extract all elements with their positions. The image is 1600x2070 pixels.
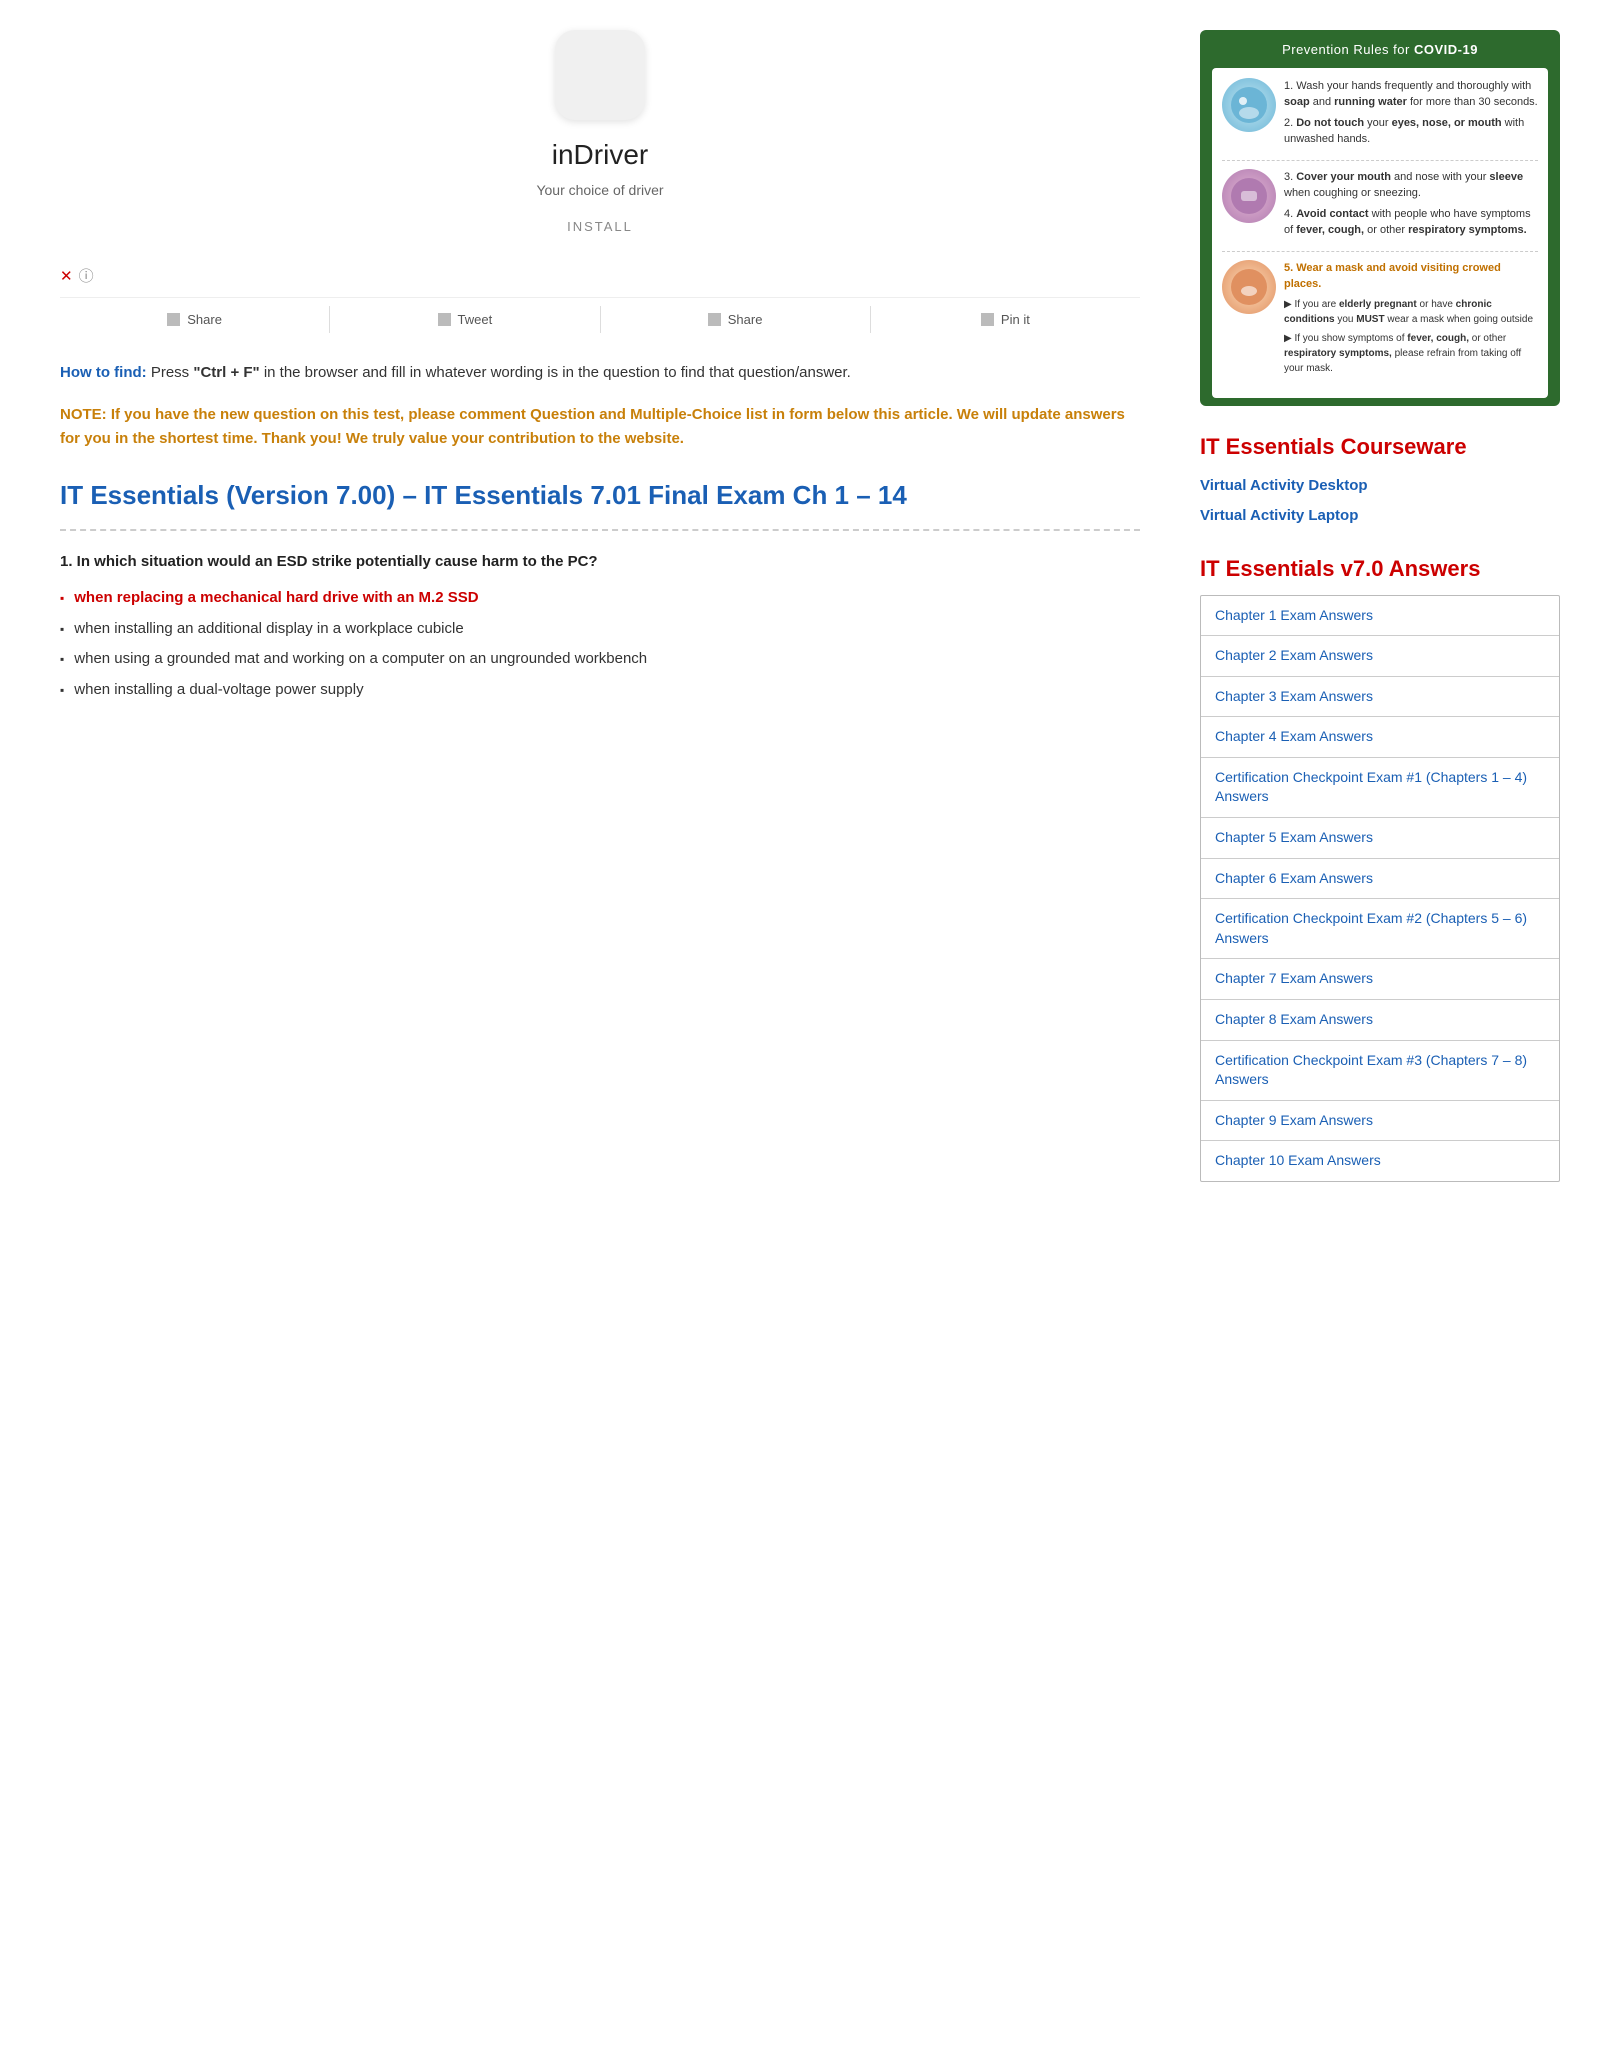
chapter-2-link[interactable]: Chapter 2 Exam Answers xyxy=(1201,636,1559,677)
note-box: NOTE: If you have the new question on th… xyxy=(60,403,1140,451)
install-button[interactable]: INSTALL xyxy=(567,219,633,234)
chapter-10-link[interactable]: Chapter 10 Exam Answers xyxy=(1201,1141,1559,1181)
covid-section-2: 3. Cover your mouth and nose with your s… xyxy=(1222,169,1538,252)
how-to-find-text: Press "Ctrl + F" in the browser and fill… xyxy=(151,364,851,381)
checkpoint-3-link[interactable]: Certification Checkpoint Exam #3 (Chapte… xyxy=(1201,1041,1559,1101)
answer-item-3: when using a grounded mat and working on… xyxy=(60,648,1140,671)
x-info-row: ✕ ⓘ xyxy=(60,266,1140,289)
courseware-title: IT Essentials Courseware xyxy=(1200,430,1560,463)
chapter-list: Chapter 1 Exam Answers Chapter 2 Exam An… xyxy=(1200,595,1560,1183)
chapter-1-link[interactable]: Chapter 1 Exam Answers xyxy=(1201,596,1559,637)
covid-image-3 xyxy=(1222,260,1276,314)
courseware-section: IT Essentials Courseware Virtual Activit… xyxy=(1200,430,1560,528)
covid-image-2 xyxy=(1222,169,1276,223)
app-icon xyxy=(555,30,645,120)
tweet-icon xyxy=(438,313,451,326)
covid-rules-3: 5. Wear a mask and avoid visiting crowed… xyxy=(1284,260,1538,380)
close-icon[interactable]: ✕ xyxy=(60,266,73,289)
chapter-7-link[interactable]: Chapter 7 Exam Answers xyxy=(1201,959,1559,1000)
share-icon-1 xyxy=(167,313,180,326)
virtual-activity-laptop-link[interactable]: Virtual Activity Laptop xyxy=(1200,505,1560,528)
chapter-8-link[interactable]: Chapter 8 Exam Answers xyxy=(1201,1000,1559,1041)
answer-item-correct: when replacing a mechanical hard drive w… xyxy=(60,587,1140,610)
chapter-3-link[interactable]: Chapter 3 Exam Answers xyxy=(1201,677,1559,718)
covid-rule-5: 5. Wear a mask and avoid visiting crowed… xyxy=(1284,260,1538,293)
covid-rule-3: 3. Cover your mouth and nose with your s… xyxy=(1284,169,1538,202)
left-column: inDriver Your choice of driver INSTALL ✕… xyxy=(0,20,1180,1202)
how-to-find: How to find: Press "Ctrl + F" in the bro… xyxy=(60,361,1140,385)
app-name: inDriver xyxy=(552,134,648,176)
chapter-4-link[interactable]: Chapter 4 Exam Answers xyxy=(1201,717,1559,758)
app-card: inDriver Your choice of driver INSTALL xyxy=(60,30,1140,246)
right-column: Prevention Rules for COVID-19 1. Wash yo… xyxy=(1180,20,1600,1202)
share-label-1: Share xyxy=(187,310,222,330)
answers-list-1: when replacing a mechanical hard drive w… xyxy=(60,587,1140,701)
covid-section-3: 5. Wear a mask and avoid visiting crowed… xyxy=(1222,260,1538,388)
covid-section-1: 1. Wash your hands frequently and thorou… xyxy=(1222,78,1538,161)
answer-item-4: when installing a dual-voltage power sup… xyxy=(60,679,1140,702)
pin-label: Pin it xyxy=(1001,310,1030,330)
covid-image-1 xyxy=(1222,78,1276,132)
answers-section-title: IT Essentials v7.0 Answers xyxy=(1200,552,1560,585)
covid-rule-4: 4. Avoid contact with people who have sy… xyxy=(1284,206,1538,239)
share-icon-2 xyxy=(708,313,721,326)
covid-content: 1. Wash your hands frequently and thorou… xyxy=(1212,68,1548,398)
virtual-activity-desktop-link[interactable]: Virtual Activity Desktop xyxy=(1200,475,1560,498)
share-button-1[interactable]: Share xyxy=(60,306,330,334)
social-row: Share Tweet Share Pin it xyxy=(60,297,1140,334)
covid-title-highlight: COVID-19 xyxy=(1414,42,1478,57)
question-1: 1. In which situation would an ESD strik… xyxy=(60,551,1140,574)
covid-rule-2: 2. Do not touch your eyes, nose, or mout… xyxy=(1284,115,1538,148)
covid-rule-5a: ▶ If you are elderly pregnant or have ch… xyxy=(1284,297,1538,327)
covid-card: Prevention Rules for COVID-19 1. Wash yo… xyxy=(1200,30,1560,406)
info-icon[interactable]: ⓘ xyxy=(79,266,94,289)
how-to-find-label: How to find: xyxy=(60,364,147,381)
checkpoint-2-link[interactable]: Certification Checkpoint Exam #2 (Chapte… xyxy=(1201,899,1559,959)
covid-title: Prevention Rules for COVID-19 xyxy=(1212,40,1548,60)
covid-rule-1: 1. Wash your hands frequently and thorou… xyxy=(1284,78,1538,111)
covid-rules-1: 1. Wash your hands frequently and thorou… xyxy=(1284,78,1538,152)
share-button-2[interactable]: Share xyxy=(601,306,871,334)
checkpoint-1-link[interactable]: Certification Checkpoint Exam #1 (Chapte… xyxy=(1201,758,1559,818)
app-tagline: Your choice of driver xyxy=(536,180,663,201)
pin-button[interactable]: Pin it xyxy=(871,306,1140,334)
share-label-2: Share xyxy=(728,310,763,330)
answers-section: IT Essentials v7.0 Answers Chapter 1 Exa… xyxy=(1200,552,1560,1183)
covid-rules-2: 3. Cover your mouth and nose with your s… xyxy=(1284,169,1538,243)
covid-rule-5b: ▶ If you show symptoms of fever, cough, … xyxy=(1284,331,1538,376)
chapter-6-link[interactable]: Chapter 6 Exam Answers xyxy=(1201,859,1559,900)
answer-item-2: when installing an additional display in… xyxy=(60,618,1140,641)
chapter-5-link[interactable]: Chapter 5 Exam Answers xyxy=(1201,818,1559,859)
chapter-9-link[interactable]: Chapter 9 Exam Answers xyxy=(1201,1101,1559,1142)
pin-icon xyxy=(981,313,994,326)
tweet-label: Tweet xyxy=(458,310,493,330)
tweet-button[interactable]: Tweet xyxy=(330,306,600,334)
article-title: IT Essentials (Version 7.00) – IT Essent… xyxy=(60,479,1140,531)
